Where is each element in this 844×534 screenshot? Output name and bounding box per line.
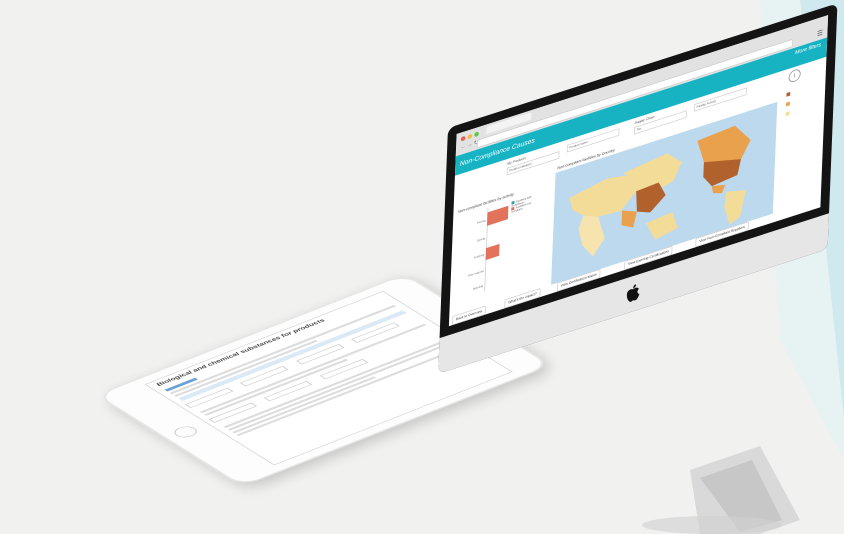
bar[interactable] xyxy=(485,243,500,261)
bar-label: Spinning xyxy=(472,284,484,291)
desktop-monitor: ← → ↻ ☰ Non-Compliance Causes More filte… xyxy=(0,0,844,534)
legend-swatch xyxy=(786,101,790,107)
forward-arrow-icon[interactable]: → xyxy=(467,141,472,148)
legend-swatch xyxy=(785,111,790,117)
bar-label: Finishing xyxy=(473,253,485,260)
minimize-window-icon[interactable] xyxy=(467,133,473,140)
bar-label: Dyeing xyxy=(476,236,486,243)
legend-swatch xyxy=(786,91,791,97)
info-icon[interactable]: i xyxy=(788,67,801,84)
map-legend xyxy=(782,82,821,123)
monitor-bezel: ← → ↻ ☰ Non-Compliance Causes More filte… xyxy=(438,3,838,374)
back-to-overview-button[interactable]: Back to Overview xyxy=(451,305,486,326)
bar-label: Raw material xyxy=(468,269,484,278)
whats-the-impact-button[interactable]: What's the impact? xyxy=(504,288,541,309)
maximize-window-icon[interactable] xyxy=(474,131,479,138)
close-window-icon[interactable] xyxy=(460,135,466,142)
apple-logo-icon xyxy=(626,284,640,302)
bar-chart-legend: Facilities with compliance Facilities no… xyxy=(511,192,541,213)
bar-label: Sewing xyxy=(477,218,486,225)
back-arrow-icon[interactable]: ← xyxy=(460,144,465,151)
bar[interactable] xyxy=(486,205,509,226)
hamburger-menu-icon[interactable]: ☰ xyxy=(817,28,823,38)
